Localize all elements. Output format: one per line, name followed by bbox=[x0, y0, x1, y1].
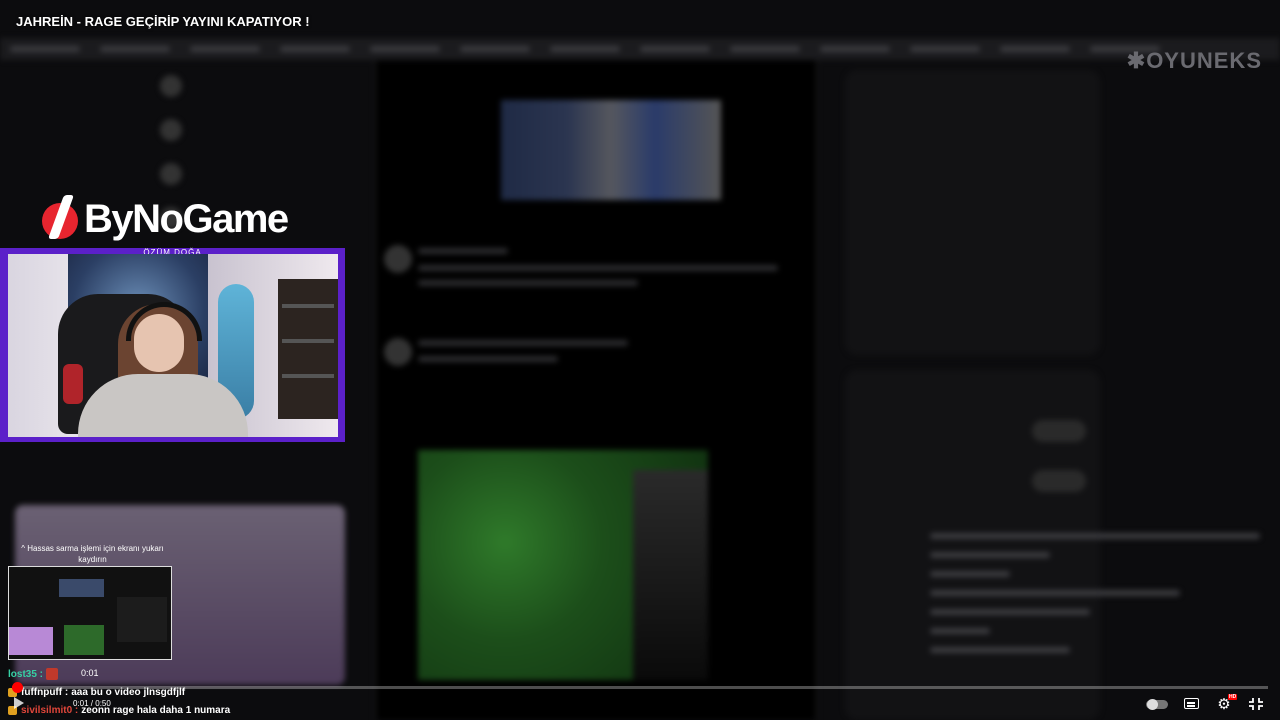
progress-bar[interactable] bbox=[12, 682, 1268, 693]
exit-fullscreen-icon[interactable] bbox=[1246, 696, 1266, 712]
oyuneks-watermark: ✱OYUNEKS bbox=[1126, 48, 1262, 73]
webcam-frame: ÖZÜM DOĞA bbox=[0, 248, 345, 442]
chat-emote-icon bbox=[46, 668, 59, 680]
chat-username: lost35 : bbox=[8, 668, 44, 680]
bynogame-logo: ByNoGame bbox=[42, 195, 289, 243]
time-display: 0:01 / 0:50 bbox=[73, 699, 111, 708]
scroll-notice: ^ Hassas sarma işlemi için ekranı yukarı… bbox=[10, 543, 175, 565]
video-title: JAHREİN - RAGE GEÇİRİP YAYINI KAPATIYOR … bbox=[16, 14, 310, 29]
blurred-feed bbox=[375, 60, 817, 720]
browser-tabs-strip bbox=[0, 38, 1280, 60]
subtitles-icon[interactable] bbox=[1184, 698, 1199, 709]
bynogame-logo-text: ByNoGame bbox=[84, 196, 289, 241]
hd-badge: HD bbox=[1228, 694, 1238, 700]
autoplay-toggle-icon[interactable] bbox=[1146, 699, 1168, 710]
bynogame-mark-icon bbox=[42, 195, 78, 243]
preview-time: 0:01 bbox=[81, 668, 99, 678]
chat-username: sivilsilmit0 : bbox=[21, 705, 79, 716]
play-icon[interactable] bbox=[14, 697, 24, 709]
scroll-notice-text: Hassas sarma işlemi için ekranı yukarı k… bbox=[27, 544, 164, 564]
chat-line: lost35 : bbox=[8, 668, 62, 680]
blurred-trends-panel bbox=[845, 70, 1100, 355]
seek-preview-thumbnail bbox=[8, 566, 172, 660]
chat-line: sivilsilmit0 : zeonn rage hala daha 1 nu… bbox=[8, 705, 230, 716]
progress-scrubber[interactable] bbox=[12, 682, 24, 693]
blurred-chat-overlay bbox=[930, 520, 1270, 720]
webcam-feed bbox=[8, 254, 338, 437]
